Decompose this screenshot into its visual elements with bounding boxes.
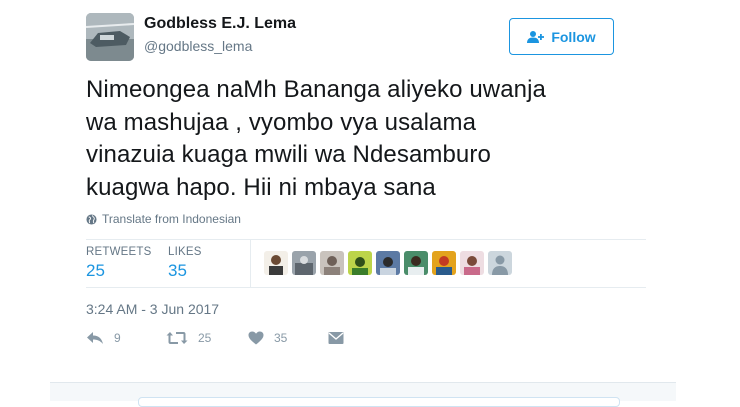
- liker-avatar[interactable]: [320, 251, 344, 275]
- reply-input[interactable]: [138, 397, 620, 407]
- follow-button-label: Follow: [551, 28, 596, 45]
- retweet-button[interactable]: 25: [166, 331, 211, 345]
- envelope-icon: [328, 332, 344, 344]
- retweets-label[interactable]: RETWEETS: [86, 246, 152, 258]
- tweet-text: Nimeongea naMh Bananga aliyeko uwanja wa…: [86, 76, 547, 201]
- user-name[interactable]: Godbless E.J. Lema: [144, 15, 296, 33]
- liker-avatar[interactable]: [404, 251, 428, 275]
- default-avatar-icon[interactable]: [488, 251, 512, 275]
- retweet-count: 25: [198, 331, 212, 345]
- divider: [86, 287, 646, 288]
- liker-avatar[interactable]: [376, 251, 400, 275]
- follow-button[interactable]: Follow: [509, 18, 614, 55]
- likes-count[interactable]: 35: [168, 261, 187, 281]
- add-user-icon: [527, 30, 545, 43]
- reply-icon: [87, 332, 103, 344]
- stats-separator: [250, 240, 251, 287]
- timestamp[interactable]: 3:24 AM - 3 Jun 2017: [86, 301, 219, 317]
- retweets-count[interactable]: 25: [86, 261, 105, 281]
- reply-button[interactable]: 9: [86, 331, 121, 345]
- heart-icon: [248, 331, 264, 345]
- liker-avatar[interactable]: [292, 251, 316, 275]
- liker-avatar[interactable]: [264, 251, 288, 275]
- tweet-card: Godbless E.J. Lema @godbless_lema Follow…: [0, 0, 740, 407]
- divider: [86, 239, 646, 240]
- likes-label[interactable]: LIKES: [168, 246, 202, 258]
- reply-area: [50, 382, 676, 407]
- avatar[interactable]: [86, 13, 134, 61]
- like-count: 35: [274, 331, 288, 345]
- liker-avatar[interactable]: [348, 251, 372, 275]
- like-button[interactable]: 35: [248, 331, 287, 345]
- user-handle[interactable]: @godbless_lema: [144, 38, 252, 54]
- liker-avatars: [264, 251, 512, 275]
- retweet-icon: [166, 332, 188, 344]
- translate-label: Translate from Indonesian: [102, 212, 241, 226]
- avatar-image: [86, 13, 134, 61]
- direct-message-button[interactable]: [328, 331, 344, 345]
- translate-link[interactable]: Translate from Indonesian: [86, 212, 241, 226]
- liker-avatar[interactable]: [432, 251, 456, 275]
- globe-icon: [86, 213, 97, 225]
- liker-avatar[interactable]: [460, 251, 484, 275]
- reply-count: 9: [114, 331, 121, 345]
